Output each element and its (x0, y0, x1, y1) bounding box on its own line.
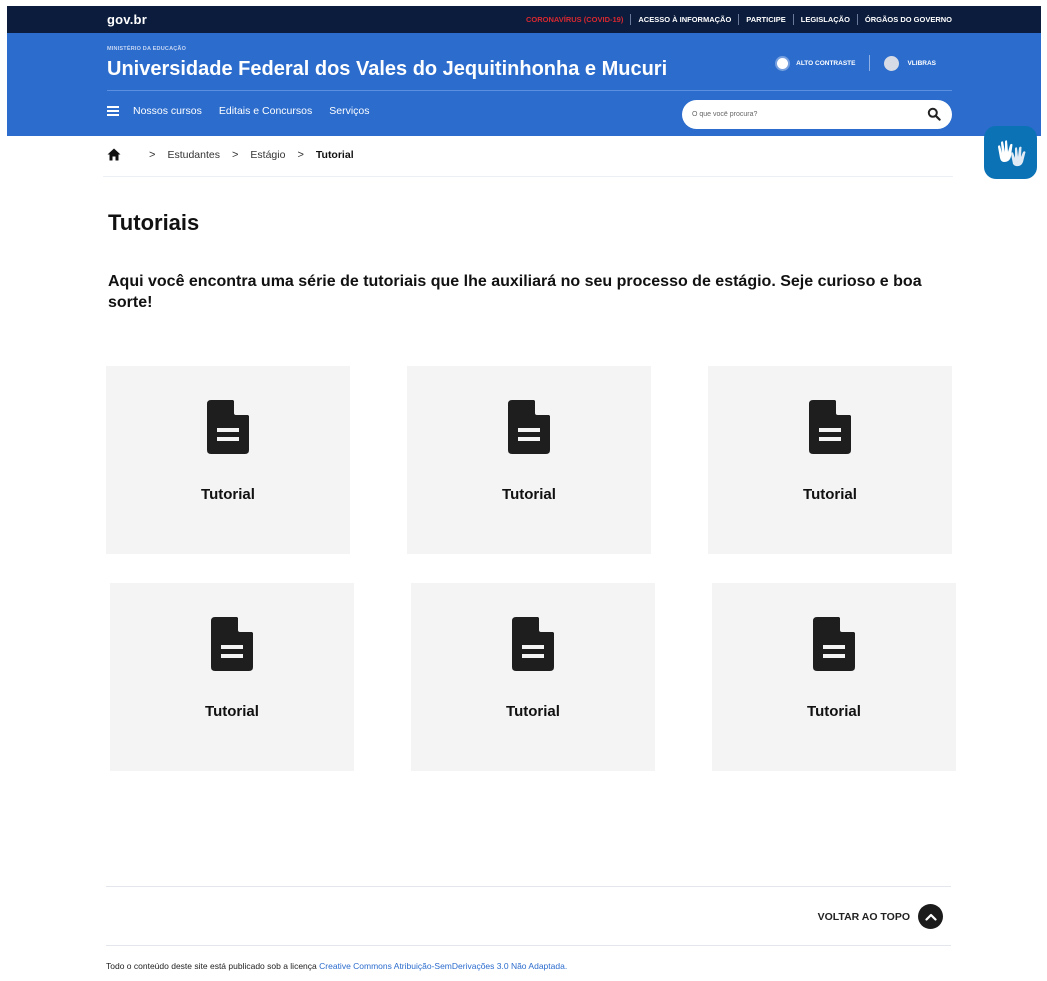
tutorial-card[interactable]: Tutorial (110, 583, 354, 771)
nav-nossos-cursos[interactable]: Nossos cursos (133, 105, 202, 117)
page-title: Tutoriais (108, 210, 200, 235)
license-link[interactable]: Creative Commons Atribuição-SemDerivaçõe… (319, 961, 567, 971)
main-nav: Nossos cursos Editais e Concursos Serviç… (107, 105, 387, 117)
search-box (682, 100, 952, 129)
tutorial-card[interactable]: Tutorial (407, 366, 651, 554)
vlibras-button[interactable]: VLIBRAS (884, 55, 936, 71)
site-header: MINISTÉRIO DA EDUCAÇÃO Universidade Fede… (7, 33, 1041, 136)
gov-link-legislacao[interactable]: LEGISLAÇÃO (792, 14, 857, 25)
ministry-label: MINISTÉRIO DA EDUCAÇÃO (107, 46, 187, 52)
gov-link-participe[interactable]: PARTICIPE (738, 14, 792, 25)
header-divider (107, 90, 952, 91)
tutorial-card[interactable]: Tutorial (411, 583, 655, 771)
tutorial-card[interactable]: Tutorial (106, 366, 350, 554)
tutorial-card-label: Tutorial (201, 486, 255, 503)
file-document-icon (207, 400, 249, 454)
file-document-icon (512, 617, 554, 671)
sun-icon (777, 57, 789, 69)
govbr-logo[interactable]: gov.br (107, 12, 147, 27)
vlibras-widget[interactable] (984, 126, 1037, 179)
chevron-right-icon: > (231, 148, 239, 161)
license-text: Todo o conteúdo deste site está publicad… (106, 961, 567, 971)
tutorial-card-label: Tutorial (502, 486, 556, 503)
nav-servicos[interactable]: Serviços (329, 105, 369, 117)
chevron-up-icon[interactable] (918, 904, 943, 929)
tutorial-card[interactable]: Tutorial (712, 583, 956, 771)
breadcrumb-current: Tutorial (315, 148, 354, 161)
search-icon[interactable] (927, 107, 941, 121)
gov-link-orgaos[interactable]: ÓRGÃOS DO GOVERNO (856, 14, 959, 25)
breadcrumb: > Estudantes > Estágio > Tutorial (107, 148, 354, 161)
gov-bar: gov.br CORONAVÍRUS (COVID-19) ACESSO À I… (7, 6, 1041, 33)
gov-link-coronavirus[interactable]: CORONAVÍRUS (COVID-19) (519, 14, 630, 25)
tutorial-card-label: Tutorial (205, 703, 259, 720)
gov-links: CORONAVÍRUS (COVID-19) ACESSO À INFORMAÇ… (519, 14, 959, 25)
breadcrumb-item-estagio[interactable]: Estágio (250, 149, 285, 161)
vlibras-circle-icon (884, 55, 900, 71)
gov-link-acesso-informacao[interactable]: ACESSO À INFORMAÇÃO (630, 14, 738, 25)
site-title[interactable]: Universidade Federal dos Vales do Jequit… (107, 58, 667, 81)
tutorial-card-label: Tutorial (807, 703, 861, 720)
hamburger-menu-icon[interactable] (107, 106, 119, 116)
search-input[interactable] (692, 106, 912, 123)
nav-editais-concursos[interactable]: Editais e Concursos (219, 105, 312, 117)
home-icon[interactable] (107, 148, 121, 161)
breadcrumb-divider (103, 176, 953, 177)
footer-divider (106, 886, 951, 887)
high-contrast-label: ALTO CONTRASTE (796, 59, 856, 67)
chevron-right-icon: > (149, 148, 156, 161)
tutorial-card[interactable]: Tutorial (708, 366, 952, 554)
accessibility-tools: ALTO CONTRASTE VLIBRAS (777, 55, 936, 71)
footer-divider (106, 945, 951, 946)
high-contrast-button[interactable]: ALTO CONTRASTE (777, 57, 856, 69)
file-document-icon (508, 400, 550, 454)
back-to-top-label: VOLTAR AO TOPO (817, 910, 910, 923)
tutorial-card-label: Tutorial (803, 486, 857, 503)
license-prefix: Todo o conteúdo deste site está publicad… (106, 961, 317, 971)
vlibras-label: VLIBRAS (907, 59, 936, 67)
breadcrumb-item-estudantes[interactable]: Estudantes (167, 149, 220, 161)
back-to-top-button[interactable]: VOLTAR AO TOPO (818, 904, 943, 929)
tools-divider (869, 55, 871, 71)
sign-language-hands-icon (997, 139, 1025, 166)
file-document-icon (809, 400, 851, 454)
page-intro: Aqui você encontra uma série de tutoriai… (108, 273, 922, 311)
file-document-icon (211, 617, 253, 671)
chevron-right-icon: > (297, 148, 304, 161)
tutorial-card-label: Tutorial (506, 703, 560, 720)
file-document-icon (813, 617, 855, 671)
